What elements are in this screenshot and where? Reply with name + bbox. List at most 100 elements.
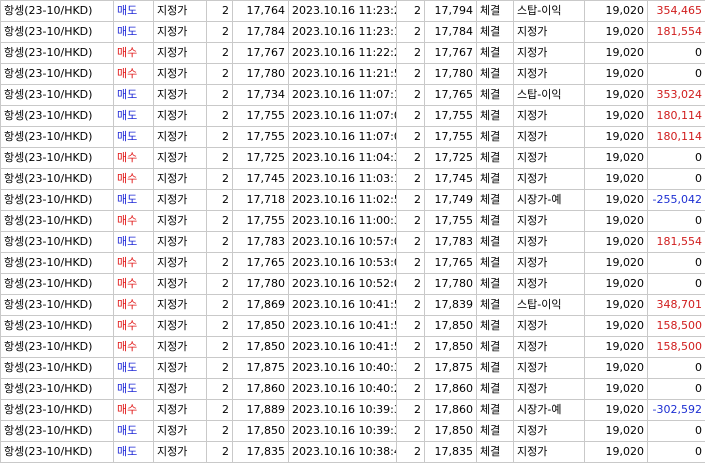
order-price-cell: 17,780 (232, 273, 289, 295)
order-type-cell: 지정가 (153, 105, 207, 127)
fill-qty-cell: 2 (396, 420, 425, 442)
fill-qty-cell: 2 (396, 210, 425, 232)
instrument-name-cell: 항셍(23-10/HKD) (0, 294, 114, 316)
fill-qty-cell: 2 (396, 399, 425, 421)
table-row[interactable]: 항셍(23-10/HKD) 매도 지정가 2 17,755 2023.10.16 11:0… (0, 126, 705, 148)
table-row[interactable]: 항셍(23-10/HKD) 매도 지정가 2 17,850 2023.10.16 10:3… (0, 420, 705, 442)
fill-price-cell: 17,767 (424, 42, 477, 64)
order-type-cell: 지정가 (153, 420, 207, 442)
side-cell: 매수 (113, 315, 154, 337)
fill-qty-cell: 2 (396, 21, 425, 43)
order-price-cell: 17,784 (232, 21, 289, 43)
condition-cell: 지정가 (513, 231, 585, 253)
order-price-cell: 17,718 (232, 189, 289, 211)
condition-cell: 지정가 (513, 441, 585, 463)
order-qty-cell: 2 (206, 420, 233, 442)
table-row[interactable]: 항셍(23-10/HKD) 매수 지정가 2 17,755 2023.10.16 11:0… (0, 210, 705, 232)
status-cell: 체결 (476, 84, 514, 106)
order-type-cell: 지정가 (153, 378, 207, 400)
instrument-name-cell: 항셍(23-10/HKD) (0, 0, 114, 22)
table-row[interactable]: 항셍(23-10/HKD) 매수 지정가 2 17,745 2023.10.16 11:0… (0, 168, 705, 190)
fill-qty-cell: 2 (396, 189, 425, 211)
margin-cell: 19,020 (584, 336, 648, 358)
order-qty-cell: 2 (206, 378, 233, 400)
instrument-name-cell: 항셍(23-10/HKD) (0, 378, 114, 400)
pnl-cell: 0 (647, 168, 705, 190)
condition-cell: 지정가 (513, 378, 585, 400)
table-row[interactable]: 항셍(23-10/HKD) 매도 지정가 2 17,734 2023.10.16 11:0… (0, 84, 705, 106)
order-qty-cell: 2 (206, 399, 233, 421)
condition-cell: 지정가 (513, 168, 585, 190)
instrument-name-cell: 항셍(23-10/HKD) (0, 231, 114, 253)
table-row[interactable]: 항셍(23-10/HKD) 매수 지정가 2 17,780 2023.10.16 11:2… (0, 63, 705, 85)
fill-qty-cell: 2 (396, 336, 425, 358)
side-cell: 매수 (113, 42, 154, 64)
fill-qty-cell: 2 (396, 0, 425, 22)
order-qty-cell: 2 (206, 63, 233, 85)
condition-cell: 지정가 (513, 210, 585, 232)
order-qty-cell: 2 (206, 21, 233, 43)
order-price-cell: 17,850 (232, 315, 289, 337)
table-row[interactable]: 항셍(23-10/HKD) 매도 지정가 2 17,718 2023.10.16 11:0… (0, 189, 705, 211)
margin-cell: 19,020 (584, 168, 648, 190)
table-row[interactable]: 항셍(23-10/HKD) 매도 지정가 2 17,835 2023.10.16 10:3… (0, 441, 705, 463)
pnl-cell: 0 (647, 147, 705, 169)
table-row[interactable]: 항셍(23-10/HKD) 매도 지정가 2 17,764 2023.10.16 11:2… (0, 0, 705, 22)
pnl-cell: -302,592 (647, 399, 705, 421)
condition-cell: 지정가 (513, 315, 585, 337)
condition-cell: 지정가 (513, 357, 585, 379)
table-row[interactable]: 항셍(23-10/HKD) 매수 지정가 2 17,850 2023.10.16 10:4… (0, 315, 705, 337)
fill-price-cell: 17,755 (424, 105, 477, 127)
order-price-cell: 17,850 (232, 336, 289, 358)
margin-cell: 19,020 (584, 21, 648, 43)
margin-cell: 19,020 (584, 84, 648, 106)
table-row[interactable]: 항셍(23-10/HKD) 매수 지정가 2 17,850 2023.10.16 10:4… (0, 336, 705, 358)
order-time-cell: 2023.10.16 10:57:02 (288, 231, 397, 253)
table-row[interactable]: 항셍(23-10/HKD) 매수 지정가 2 17,765 2023.10.16 10:5… (0, 252, 705, 274)
margin-cell: 19,020 (584, 357, 648, 379)
table-row[interactable]: 항셍(23-10/HKD) 매도 지정가 2 17,860 2023.10.16 10:4… (0, 378, 705, 400)
margin-cell: 19,020 (584, 378, 648, 400)
fill-price-cell: 17,725 (424, 147, 477, 169)
order-qty-cell: 2 (206, 84, 233, 106)
order-type-cell: 지정가 (153, 42, 207, 64)
fill-qty-cell: 2 (396, 84, 425, 106)
side-cell: 매수 (113, 336, 154, 358)
status-cell: 체결 (476, 147, 514, 169)
order-price-cell: 17,783 (232, 231, 289, 253)
table-row[interactable]: 항셍(23-10/HKD) 매수 지정가 2 17,725 2023.10.16 11:0… (0, 147, 705, 169)
fill-price-cell: 17,783 (424, 231, 477, 253)
status-cell: 체결 (476, 189, 514, 211)
order-time-cell: 2023.10.16 11:23:23 (288, 0, 397, 22)
order-price-cell: 17,767 (232, 42, 289, 64)
table-row[interactable]: 항셍(23-10/HKD) 매도 지정가 2 17,755 2023.10.16 11:0… (0, 105, 705, 127)
table-row[interactable]: 항셍(23-10/HKD) 매수 지정가 2 17,889 2023.10.16 10:3… (0, 399, 705, 421)
pnl-cell: 0 (647, 252, 705, 274)
margin-cell: 19,020 (584, 294, 648, 316)
order-type-cell: 지정가 (153, 399, 207, 421)
status-cell: 체결 (476, 126, 514, 148)
order-time-cell: 2023.10.16 10:41:59 (288, 294, 397, 316)
table-row[interactable]: 항셍(23-10/HKD) 매도 지정가 2 17,875 2023.10.16 10:4… (0, 357, 705, 379)
order-type-cell: 지정가 (153, 0, 207, 22)
table-row[interactable]: 항셍(23-10/HKD) 매수 지정가 2 17,767 2023.10.16 11:2… (0, 42, 705, 64)
pnl-cell: -255,042 (647, 189, 705, 211)
table-row[interactable]: 항셍(23-10/HKD) 매수 지정가 2 17,780 2023.10.16 10:5… (0, 273, 705, 295)
table-row[interactable]: 항셍(23-10/HKD) 매도 지정가 2 17,783 2023.10.16 10:5… (0, 231, 705, 253)
fill-qty-cell: 2 (396, 357, 425, 379)
order-type-cell: 지정가 (153, 21, 207, 43)
instrument-name-cell: 항셍(23-10/HKD) (0, 210, 114, 232)
order-qty-cell: 2 (206, 168, 233, 190)
status-cell: 체결 (476, 231, 514, 253)
table-row[interactable]: 항셍(23-10/HKD) 매도 지정가 2 17,784 2023.10.16 11:2… (0, 21, 705, 43)
pnl-cell: 354,465 (647, 0, 705, 22)
order-time-cell: 2023.10.16 11:23:16 (288, 21, 397, 43)
table-row[interactable]: 항셍(23-10/HKD) 매수 지정가 2 17,869 2023.10.16 10:4… (0, 294, 705, 316)
order-time-cell: 2023.10.16 10:41:52 (288, 315, 397, 337)
order-price-cell: 17,835 (232, 441, 289, 463)
order-type-cell: 지정가 (153, 231, 207, 253)
instrument-name-cell: 항셍(23-10/HKD) (0, 168, 114, 190)
instrument-name-cell: 항셍(23-10/HKD) (0, 336, 114, 358)
order-price-cell: 17,764 (232, 0, 289, 22)
fill-price-cell: 17,745 (424, 168, 477, 190)
